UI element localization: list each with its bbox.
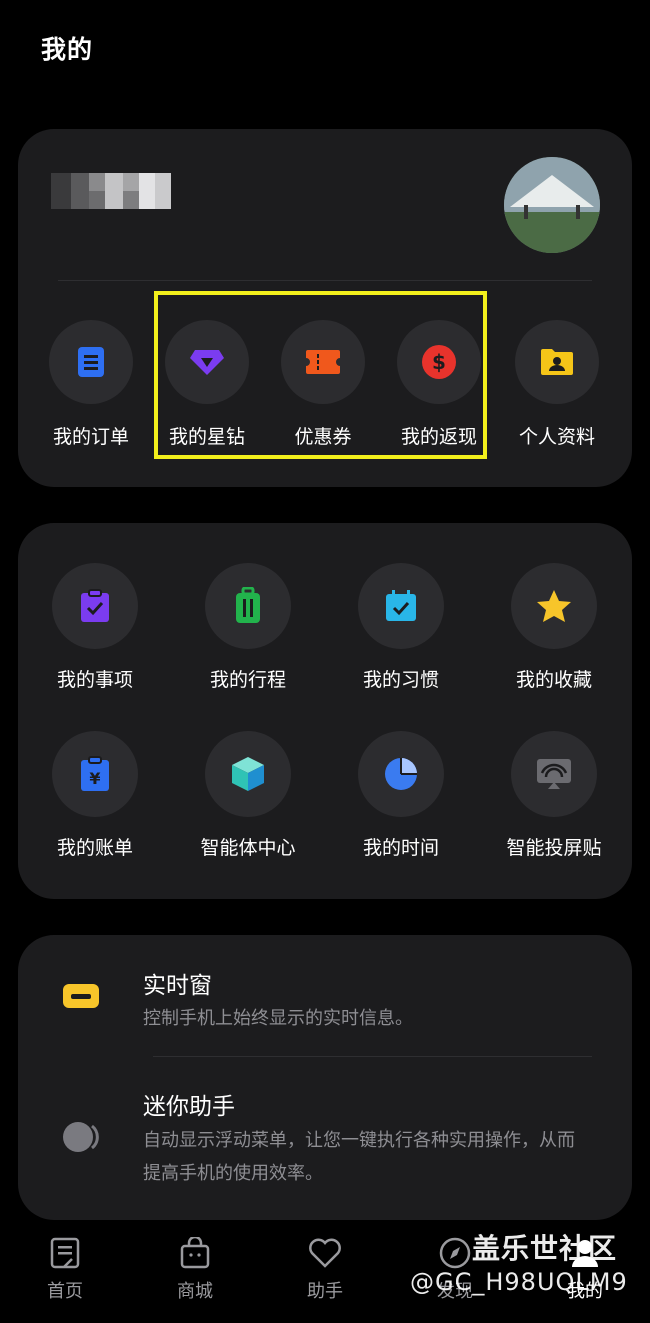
- avatar[interactable]: [504, 157, 600, 253]
- cast-icon: [511, 731, 597, 817]
- heart-icon: [280, 1237, 370, 1273]
- feature-label: 我的账单: [56, 837, 133, 859]
- agent-cube-icon: [205, 731, 291, 817]
- bill-icon: ¥: [52, 731, 138, 817]
- nav-label: 助手: [307, 1281, 343, 1302]
- quick-personal-info[interactable]: 个人资料: [499, 320, 615, 449]
- feature-label: 我的收藏: [515, 669, 592, 691]
- nav-label: 商城: [177, 1281, 213, 1302]
- feature-label: 我的行程: [209, 669, 286, 691]
- setting-title: 实时窗: [143, 973, 212, 999]
- feature-label: 智能投屏贴: [506, 837, 602, 859]
- setting-description: 控制手机上始终显示的实时信息。: [143, 1008, 413, 1029]
- watermark-user: @GC_H98UQLM9: [410, 1268, 628, 1296]
- feature-my-trips[interactable]: 我的行程: [173, 563, 323, 692]
- profile-folder-icon: [515, 320, 599, 404]
- feature-smart-cast[interactable]: 智能投屏贴: [479, 731, 629, 860]
- nav-shop[interactable]: 商城: [150, 1235, 240, 1303]
- feature-label: 智能体中心: [200, 837, 296, 859]
- shop-bag-icon: [150, 1235, 240, 1273]
- nav-assistant[interactable]: 助手: [280, 1237, 370, 1303]
- feature-my-habits[interactable]: 我的习惯: [326, 563, 476, 692]
- quick-label: 我的订单: [52, 426, 129, 448]
- highlight-annotation-box: [154, 291, 487, 459]
- feature-label: 我的习惯: [362, 669, 439, 691]
- live-window-icon: [62, 983, 100, 1013]
- home-icon: [20, 1237, 110, 1273]
- habit-calendar-icon: [358, 563, 444, 649]
- setting-live-window[interactable]: 实时窗 控制手机上始终显示的实时信息。: [18, 935, 632, 1055]
- quick-my-orders[interactable]: 我的订单: [33, 320, 149, 449]
- setting-title: 迷你助手: [143, 1094, 235, 1120]
- page-title: 我的: [41, 35, 94, 64]
- task-clipboard-icon: [52, 563, 138, 649]
- feature-my-tasks[interactable]: 我的事项: [20, 563, 170, 692]
- feature-label: 我的事项: [56, 669, 133, 691]
- nav-home[interactable]: 首页: [20, 1237, 110, 1303]
- pie-time-icon: [358, 731, 444, 817]
- mini-assistant-icon: [62, 1121, 102, 1157]
- feature-label: 我的时间: [362, 837, 439, 859]
- feature-my-bills[interactable]: ¥ 我的账单: [20, 731, 170, 860]
- star-icon: [511, 563, 597, 649]
- feature-my-time[interactable]: 我的时间: [326, 731, 476, 860]
- feature-agent-center[interactable]: 智能体中心: [173, 731, 323, 860]
- order-icon: [49, 320, 133, 404]
- profile-name-blurred[interactable]: [51, 173, 171, 209]
- watermark-brand: 盖乐世社区: [472, 1232, 618, 1265]
- setting-mini-assistant[interactable]: 迷你助手 自动显示浮动菜单，让您一键执行各种实用操作，从而提高手机的使用效率。: [18, 1057, 632, 1217]
- svg-text:¥: ¥: [89, 769, 100, 788]
- feature-my-favorites[interactable]: 我的收藏: [479, 563, 629, 692]
- settings-card: 实时窗 控制手机上始终显示的实时信息。 迷你助手 自动显示浮动菜单，让您一键执行…: [18, 935, 632, 1220]
- nav-label: 首页: [47, 1281, 83, 1302]
- profile-card: 我的订单 我的星钻 优惠券 $ 我的返现 个人资料: [18, 129, 632, 487]
- divider: [58, 280, 592, 281]
- features-card: 我的事项 我的行程 我的习惯 我的收藏 ¥ 我的账单 智能体中心 我的时间 智能…: [18, 523, 632, 899]
- luggage-icon: [205, 563, 291, 649]
- setting-description: 自动显示浮动菜单，让您一键执行各种实用操作，从而提高手机的使用效率。: [143, 1130, 575, 1184]
- quick-label: 个人资料: [518, 426, 595, 448]
